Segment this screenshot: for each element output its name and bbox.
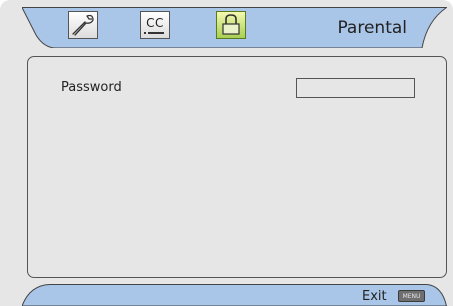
menu-header: CC Parental (22, 7, 447, 48)
menu-button-icon[interactable]: MENU (398, 290, 425, 302)
lock-icon (222, 14, 240, 35)
tab-setup[interactable] (68, 11, 98, 39)
tab-cc[interactable]: CC (140, 11, 170, 39)
wrench-icon (72, 14, 94, 36)
content-box: Password (27, 56, 447, 278)
password-input[interactable] (296, 78, 415, 98)
parental-menu-panel: CC Parental Password Exit MENU (0, 0, 453, 306)
exit-label[interactable]: Exit (362, 289, 387, 304)
page-title: Parental (337, 18, 407, 38)
password-label: Password (61, 80, 122, 95)
cc-underline-icon (144, 32, 164, 34)
menu-footer: Exit MENU (22, 284, 447, 306)
tab-parental[interactable] (216, 11, 246, 39)
